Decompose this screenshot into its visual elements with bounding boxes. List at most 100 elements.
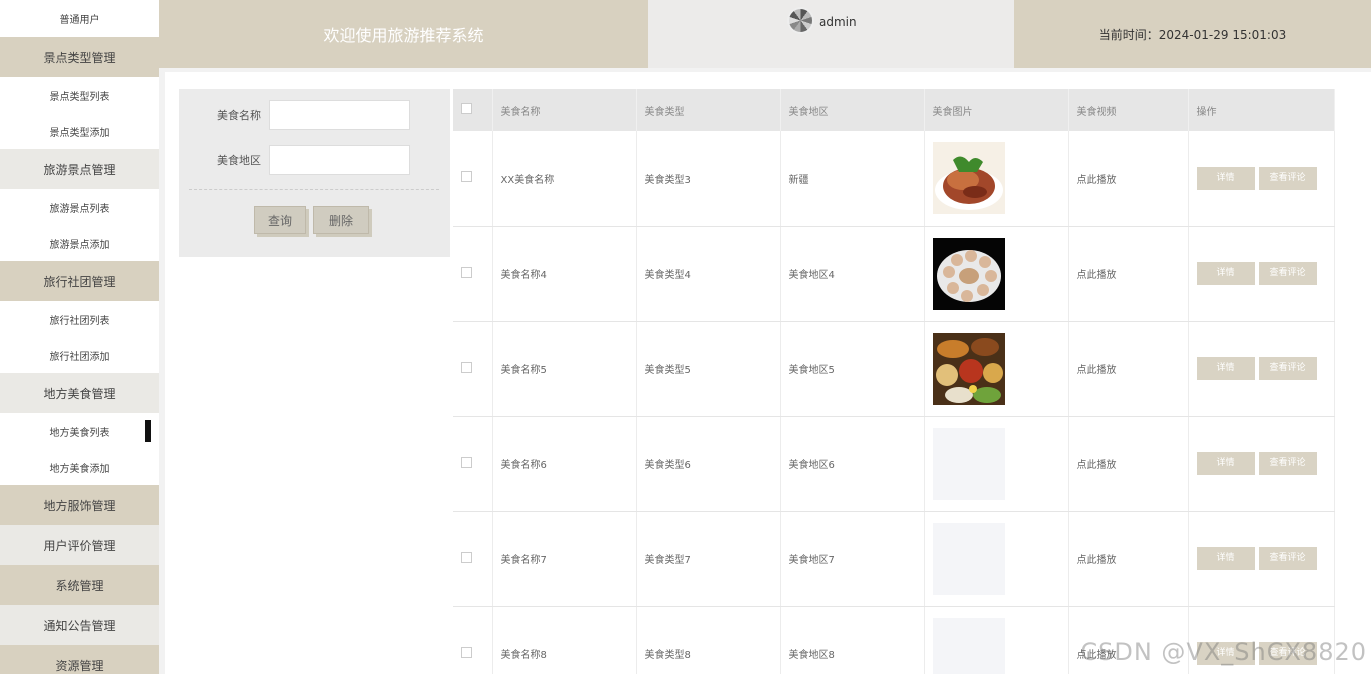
sidebar-group-15[interactable]: 通知公告管理	[0, 605, 159, 645]
food-region-cell: 美食地区8	[780, 606, 925, 674]
detail-button[interactable]: 详情	[1196, 357, 1255, 380]
food-name-input[interactable]	[269, 100, 410, 130]
view-reviews-button[interactable]: 查看评论	[1258, 452, 1317, 475]
food-type-cell: 美食类型3	[636, 131, 781, 227]
food-type-cell: 美食类型8	[636, 606, 781, 674]
food-image-cell	[924, 226, 1069, 322]
food-name-cell: 美食名称5	[492, 321, 637, 417]
table-header-row: 美食名称 美食类型 美食地区 美食图片 美食视频 操作	[453, 89, 1335, 131]
column-header-video: 美食视频	[1068, 89, 1189, 131]
current-time: 当前时间：2024-01-29 15:01:03	[1098, 27, 1287, 42]
row-select-cell	[453, 511, 493, 607]
food-video-cell: 点此播放	[1068, 416, 1189, 512]
sidebar-group-6[interactable]: 旅行社团管理	[0, 261, 159, 301]
sidebar-group-13[interactable]: 用户评价管理	[0, 525, 159, 565]
sidebar-item-8[interactable]: 旅行社团添加	[0, 337, 159, 373]
view-reviews-button[interactable]: 查看评论	[1258, 357, 1317, 380]
row-checkbox[interactable]	[461, 171, 472, 183]
select-all-cell	[453, 89, 493, 131]
play-video-link[interactable]: 点此播放	[1077, 460, 1117, 471]
food-region-cell: 美食地区4	[780, 226, 925, 322]
column-header-region: 美食地区	[780, 89, 925, 131]
roast-duck-image	[932, 142, 1005, 215]
empty-image-placeholder	[932, 427, 1005, 500]
play-video-link[interactable]: 点此播放	[1077, 365, 1117, 376]
sidebar-item-2[interactable]: 景点类型添加	[0, 113, 159, 149]
play-video-link[interactable]: 点此播放	[1077, 555, 1117, 566]
row-select-cell	[453, 321, 493, 417]
watermark: CSDN @VX_ShCX8820	[1080, 638, 1367, 666]
search-divider	[189, 189, 439, 190]
detail-button[interactable]: 详情	[1196, 547, 1255, 570]
food-name-label: 美食名称	[217, 109, 261, 122]
play-video-link[interactable]: 点此播放	[1077, 175, 1117, 186]
column-header-actions: 操作	[1188, 89, 1335, 131]
row-checkbox[interactable]	[461, 646, 472, 658]
row-select-cell	[453, 606, 493, 674]
food-image-cell	[924, 416, 1069, 512]
app-root: 普通用户 景点类型管理 景点类型列表 景点类型添加 旅游景点管理 旅游景点列表 旅游景点添…	[0, 0, 1371, 674]
sidebar-item-7[interactable]: 旅行社团列表	[0, 301, 159, 337]
row-checkbox[interactable]	[461, 456, 472, 468]
view-reviews-button[interactable]: 查看评论	[1258, 547, 1317, 570]
search-row-name: 美食名称	[179, 100, 410, 130]
detail-button[interactable]: 详情	[1196, 166, 1255, 190]
sidebar-group-0[interactable]: 景点类型管理	[0, 37, 159, 77]
sidebar-menu: 景点类型管理 景点类型列表 景点类型添加 旅游景点管理 旅游景点列表 旅游景点添加 旅行社团…	[0, 37, 159, 674]
detail-button[interactable]: 详情	[1196, 452, 1255, 475]
sidebar-item-10[interactable]: 地方美食列表	[0, 413, 159, 449]
query-button[interactable]: 查询	[254, 206, 306, 234]
food-region-cell: 美食地区5	[780, 321, 925, 417]
actions-cell: 详情 查看评论	[1188, 226, 1335, 322]
delete-button[interactable]: 删除	[313, 206, 369, 234]
food-type-cell: 美食类型6	[636, 416, 781, 512]
column-header-name: 美食名称	[492, 89, 637, 131]
search-panel: 美食名称 美食地区 查询 删除	[179, 89, 450, 257]
food-image-cell	[924, 511, 1069, 607]
food-region-cell: 新疆	[780, 131, 925, 227]
food-type-cell: 美食类型5	[636, 321, 781, 417]
food-name-cell: 美食名称6	[492, 416, 637, 512]
table-row: 美食名称7 美食类型7 美食地区7 点此播放 详情 查看评论	[453, 511, 1335, 607]
row-select-cell	[453, 226, 493, 322]
food-region-cell: 美食地区7	[780, 511, 925, 607]
select-all-checkbox[interactable]	[461, 103, 472, 114]
sidebar-group-3[interactable]: 旅游景点管理	[0, 149, 159, 189]
username[interactable]: admin	[819, 15, 857, 29]
table-body: XX美食名称 美食类型3 新疆 点此播放 详情 查看评论 美食名称4 美食类型4 美食地区4 点此…	[453, 131, 1335, 674]
header: 欢迎使用旅游推荐系统 admin 当前时间：2024-01-29 15:01:0…	[159, 0, 1371, 68]
view-reviews-button[interactable]: 查看评论	[1258, 262, 1317, 285]
avatar-icon[interactable]	[787, 7, 814, 34]
column-header-type: 美食类型	[636, 89, 781, 131]
sidebar-group-12[interactable]: 地方服饰管理	[0, 485, 159, 525]
food-video-cell: 点此播放	[1068, 226, 1189, 322]
table-row: 美食名称4 美食类型4 美食地区4 点此播放 详情 查看评论	[453, 226, 1335, 322]
food-name-cell: 美食名称8	[492, 606, 637, 674]
sidebar-item-1[interactable]: 景点类型列表	[0, 77, 159, 113]
row-checkbox[interactable]	[461, 361, 472, 373]
sidebar-group-9[interactable]: 地方美食管理	[0, 373, 159, 413]
play-video-link[interactable]: 点此播放	[1077, 270, 1117, 281]
actions-cell: 详情 查看评论	[1188, 321, 1335, 417]
sidebar-item-4[interactable]: 旅游景点列表	[0, 189, 159, 225]
food-type-cell: 美食类型4	[636, 226, 781, 322]
food-region-input[interactable]	[269, 145, 410, 175]
row-select-cell	[453, 416, 493, 512]
sidebar-group-14[interactable]: 系统管理	[0, 565, 159, 605]
empty-image-placeholder	[932, 522, 1005, 595]
actions-cell: 详情 查看评论	[1188, 416, 1335, 512]
app-title: 欢迎使用旅游推荐系统	[323, 26, 484, 45]
food-video-cell: 点此播放	[1068, 321, 1189, 417]
sidebar-group-16[interactable]: 资源管理	[0, 645, 159, 674]
sidebar-item-11[interactable]: 地方美食添加	[0, 449, 159, 485]
user-area[interactable]: admin	[648, 0, 1014, 68]
view-reviews-button[interactable]: 查看评论	[1258, 166, 1317, 190]
detail-button[interactable]: 详情	[1196, 262, 1255, 285]
actions-cell: 详情 查看评论	[1188, 131, 1335, 227]
food-image-cell	[924, 321, 1069, 417]
food-name-cell: 美食名称7	[492, 511, 637, 607]
food-video-cell: 点此播放	[1068, 511, 1189, 607]
sidebar-item-5[interactable]: 旅游景点添加	[0, 225, 159, 261]
row-checkbox[interactable]	[461, 551, 472, 563]
row-checkbox[interactable]	[461, 266, 472, 278]
